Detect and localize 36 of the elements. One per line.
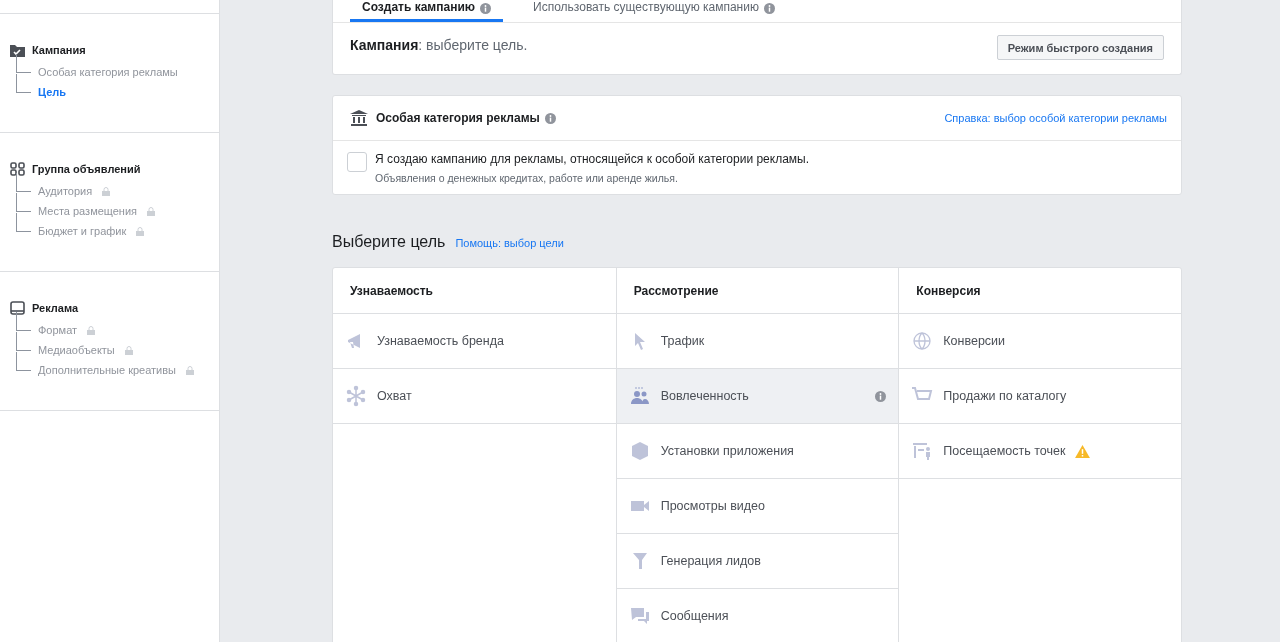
tree-line: [16, 74, 31, 93]
section-heading: Выберите цель: [332, 233, 446, 251]
info-icon: [763, 3, 775, 14]
info-icon: [480, 3, 492, 14]
help-link[interactable]: Помощь: выбор цели: [455, 237, 564, 249]
tree-line: [16, 193, 31, 212]
people-icon: [628, 385, 651, 407]
info-icon: [875, 390, 887, 402]
tablet-icon: [10, 301, 25, 315]
section-title: Кампания: [32, 44, 86, 56]
help-link[interactable]: Справка: выбор особой категории рекламы: [944, 112, 1167, 124]
tree-line: [16, 332, 31, 351]
campaign-status: Кампания: выберите цель.: [350, 37, 528, 53]
tree-line: [16, 352, 31, 371]
tree-line: [16, 54, 31, 73]
bank-icon: [350, 110, 368, 126]
tab[interactable]: Использовать существующую кампанию: [521, 0, 787, 22]
checkbox[interactable]: [347, 152, 367, 172]
warning-icon: [1075, 444, 1091, 458]
sidebar-item[interactable]: Цель: [38, 86, 67, 98]
quick-create-button[interactable]: Режим быстрого создания: [996, 35, 1164, 60]
tab[interactable]: Создать кампанию: [350, 0, 504, 22]
info-icon: [544, 112, 556, 124]
card-title: Особая категория рекламы: [376, 111, 540, 125]
tree-line: [16, 213, 31, 232]
tree-line: [16, 312, 31, 331]
section-title: Группа объявлений: [32, 163, 141, 175]
section-title: Реклама: [32, 302, 79, 314]
globe-icon: [911, 330, 934, 352]
checkbox-hint: Объявления о денежных кредитах, работе или аренде жилья.: [375, 172, 679, 184]
folder-check-icon: [10, 43, 25, 57]
asterisk-network-icon: [345, 385, 367, 407]
checkbox-label: Я создаю кампанию для рекламы, относящейся к особой категории рекламы.: [375, 152, 810, 166]
grid-icon: [10, 162, 25, 176]
tree-line: [16, 173, 31, 192]
objective-option[interactable]: Вовлеченность: [616, 369, 899, 424]
